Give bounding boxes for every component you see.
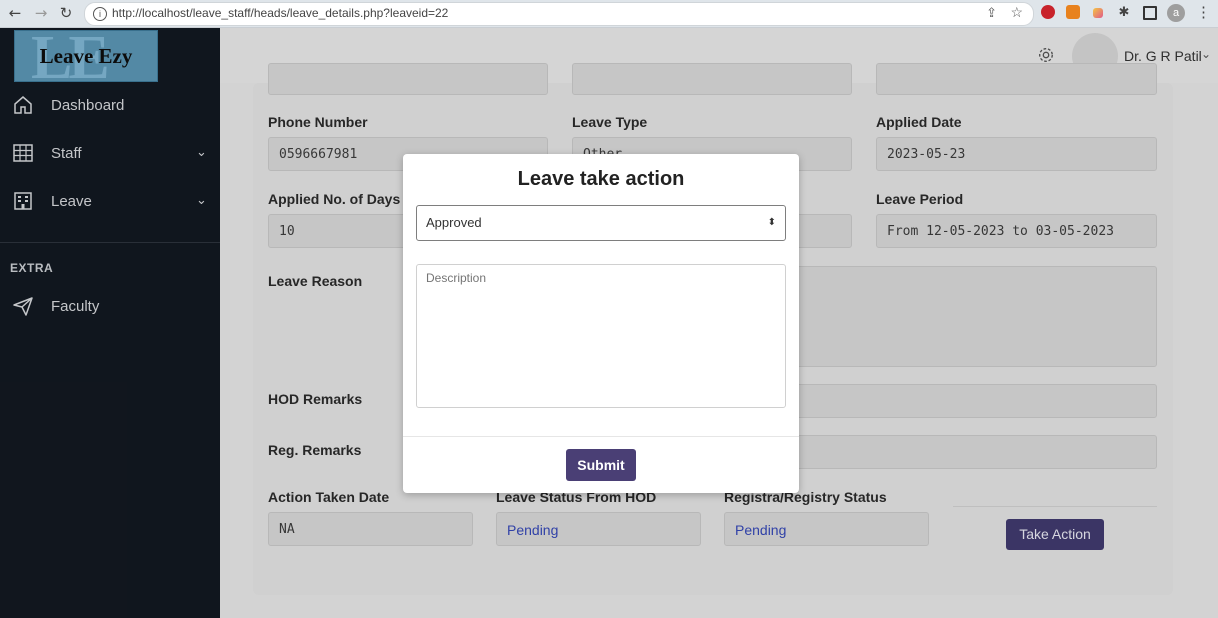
profile-avatar[interactable]: a — [1167, 4, 1185, 22]
browser-toolbar: ← → ↻ i http://localhost/leave_staff/hea… — [0, 0, 1218, 28]
submit-button[interactable]: Submit — [566, 449, 636, 481]
status-select[interactable]: Approved ⬍ — [416, 205, 786, 241]
modal-footer-divider — [403, 436, 799, 437]
side-panel-icon[interactable] — [1143, 6, 1157, 20]
leave-action-modal: Leave take action Approved ⬍ Submit — [403, 154, 799, 493]
share-icon[interactable]: ⇪ — [986, 5, 997, 21]
browser-menu-icon[interactable]: ⋮ — [1196, 3, 1211, 21]
adblock-extension-icon[interactable] — [1041, 5, 1055, 19]
color-picker-extension-icon[interactable] — [1093, 8, 1103, 18]
extensions-puzzle-icon[interactable]: ✱ — [1115, 4, 1133, 22]
modal-title: Leave take action — [517, 168, 685, 190]
description-input[interactable] — [416, 264, 786, 408]
status-select-value: Approved — [426, 215, 482, 230]
bookmark-star-icon[interactable]: ☆ — [1010, 4, 1023, 21]
select-arrows-icon: ⬍ — [767, 217, 776, 228]
reload-icon[interactable]: ↻ — [57, 4, 75, 22]
address-bar[interactable]: i http://localhost/leave_staff/heads/lea… — [84, 2, 1034, 26]
info-icon[interactable]: i — [93, 7, 107, 21]
back-icon[interactable]: ← — [6, 4, 24, 22]
url-text[interactable]: http://localhost/leave_staff/heads/leave… — [112, 6, 448, 20]
metamask-extension-icon[interactable] — [1066, 5, 1080, 19]
forward-icon[interactable]: → — [32, 4, 50, 22]
